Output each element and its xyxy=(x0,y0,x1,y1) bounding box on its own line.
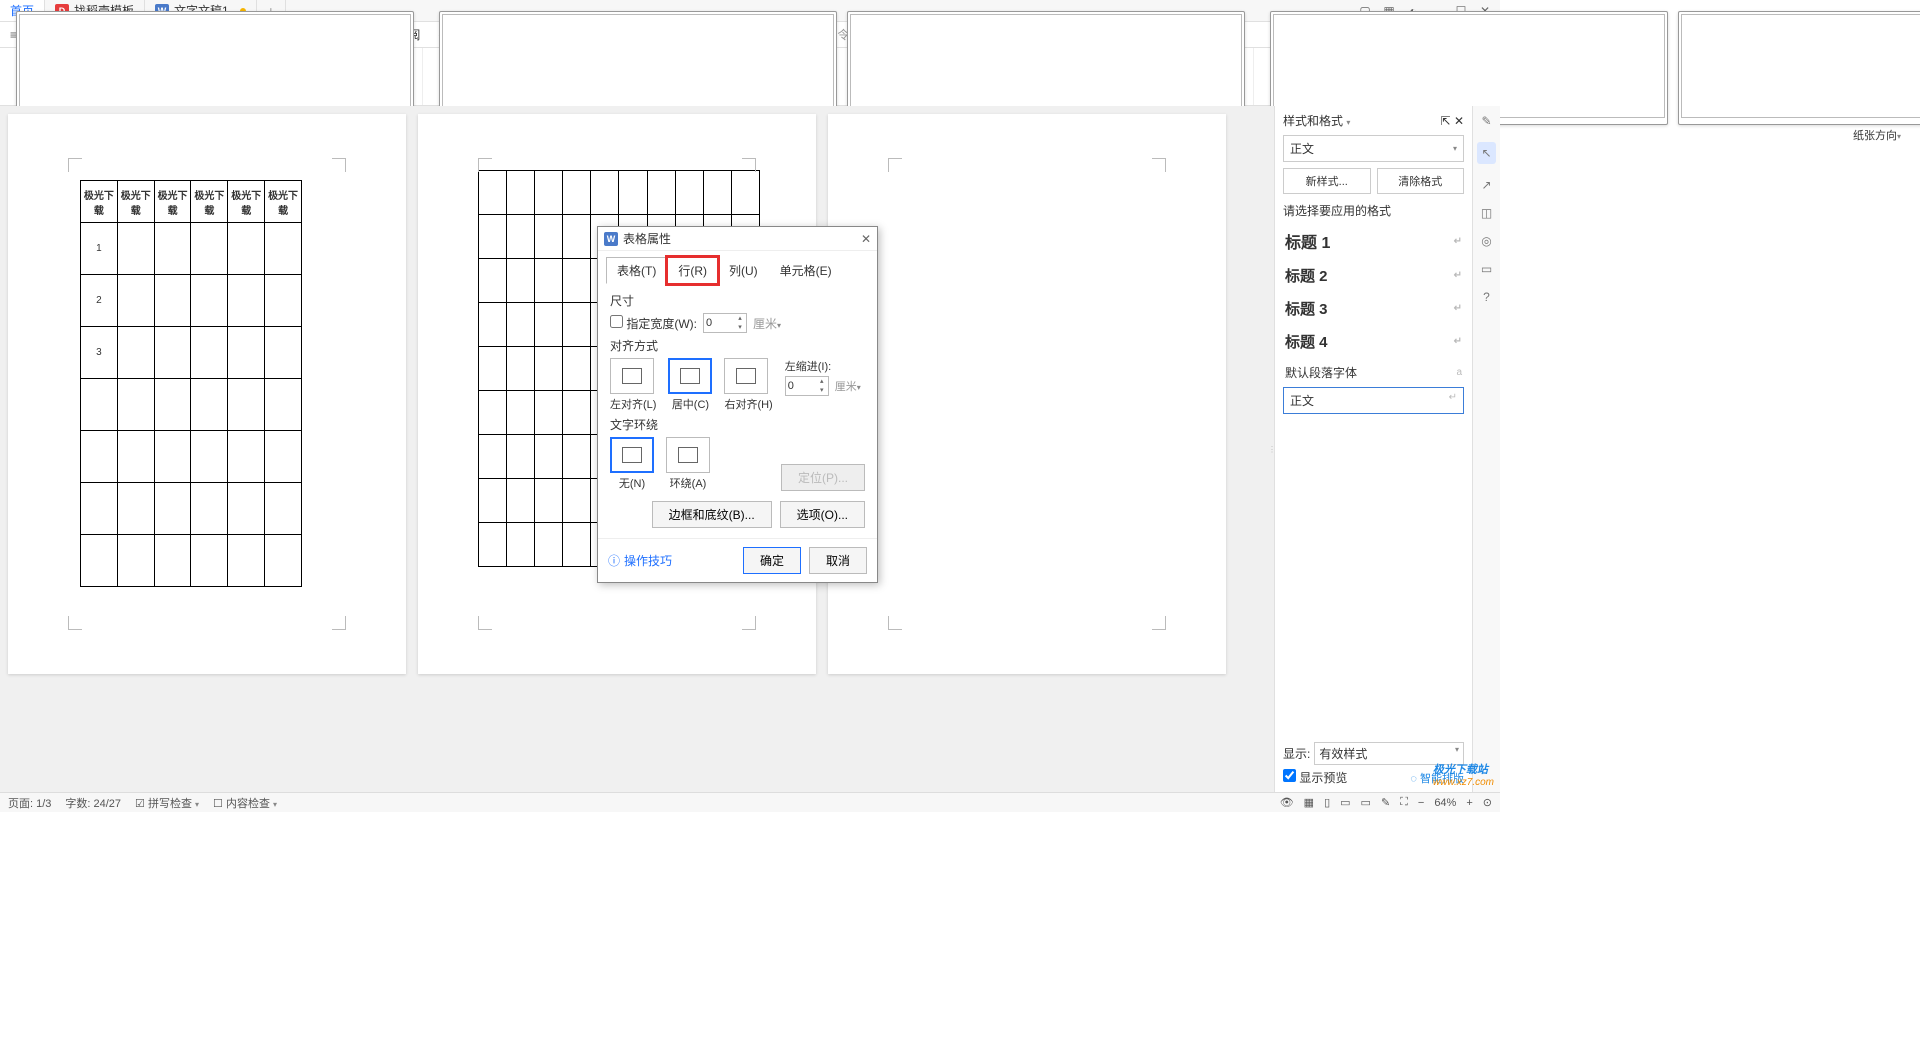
align-section-label: 对齐方式 xyxy=(610,337,865,354)
indent-unit: 厘米▾ xyxy=(835,378,861,394)
zoom-slider-icon[interactable]: ⊙ xyxy=(1483,796,1492,809)
tips-link[interactable]: ⓘ 操作技巧 xyxy=(608,547,672,574)
panel-title-label: 样式和格式 ▾ xyxy=(1283,112,1350,129)
align-left-option[interactable] xyxy=(610,358,654,394)
watermark: 极光下载站 www.xz7.com xyxy=(1433,761,1494,788)
style-body-selected[interactable]: 正文↵ xyxy=(1283,387,1464,414)
wrap-none-option[interactable] xyxy=(610,437,654,473)
cover-button[interactable]: 封面页▾ xyxy=(437,48,839,105)
style-list: 标题 1↵ 标题 2↵ 标题 3↵ 标题 4↵ 默认段落字体a xyxy=(1283,223,1464,387)
orientation-icon xyxy=(1678,11,1920,125)
view-web-icon[interactable]: ▭ xyxy=(1361,796,1371,809)
dialog-tabs: 表格(T) 行(R) 列(U) 单元格(E) xyxy=(598,251,877,284)
align-right-option[interactable] xyxy=(724,358,768,394)
page-3 xyxy=(828,114,1226,674)
borders-button[interactable]: 边框和底纹(B)... xyxy=(652,501,772,528)
wrap-section-label: 文字环绕 xyxy=(610,416,865,433)
rail-style-icon[interactable]: ✎ xyxy=(1481,114,1491,128)
cancel-button[interactable]: 取消 xyxy=(809,547,867,574)
new-style-button[interactable]: 新样式... xyxy=(1283,168,1371,194)
styles-panel: 样式和格式 ▾ ⇱ ✕ 正文▾ 新样式... 清除格式 请选择要应用的格式 标题… xyxy=(1274,106,1472,792)
spellcheck-toggle[interactable]: ☑ 拼写检查 ▾ xyxy=(135,795,199,811)
width-input[interactable]: 0▴▾ xyxy=(703,313,747,333)
view-single-icon[interactable]: ▯ xyxy=(1324,796,1330,809)
pin-icon[interactable]: ⇱ xyxy=(1441,114,1451,128)
close-panel-icon[interactable]: ✕ xyxy=(1454,114,1464,128)
indent-label: 左缩进(I): xyxy=(785,358,861,374)
orientation-button[interactable]: 纸张方向▾ xyxy=(1676,48,1920,105)
rail-location-icon[interactable]: ◎ xyxy=(1481,234,1491,248)
nav-button[interactable]: 章节导航 xyxy=(14,48,416,105)
zoom-out-button[interactable]: − xyxy=(1418,797,1424,809)
rail-help-icon[interactable]: ? xyxy=(1483,290,1490,304)
align-center-option[interactable] xyxy=(668,358,712,394)
style-heading4[interactable]: 标题 4↵ xyxy=(1283,325,1464,358)
rail-pointer-icon[interactable]: ↗ xyxy=(1481,178,1491,192)
zoom-value[interactable]: 64% xyxy=(1434,797,1456,809)
margins-button[interactable]: 页边距▾ xyxy=(1268,48,1670,105)
table-1[interactable]: 极光下载极光下载极光下载极光下载极光下载极光下载 1 2 3 xyxy=(80,180,302,587)
tab-row[interactable]: 行(R) xyxy=(667,257,718,284)
page-1: 极光下载极光下载极光下载极光下载极光下载极光下载 1 2 3 xyxy=(8,114,406,674)
ok-button[interactable]: 确定 xyxy=(743,547,801,574)
view-pen-icon[interactable]: ✎ xyxy=(1381,796,1390,809)
zoom-fit-icon[interactable]: ⛶ xyxy=(1400,796,1408,809)
tab-table[interactable]: 表格(T) xyxy=(606,257,667,284)
style-heading1[interactable]: 标题 1↵ xyxy=(1283,223,1464,259)
statusbar: 页面: 1/3 字数: 24/27 ☑ 拼写检查 ▾ ☐ 内容检查 ▾ 👁 ▦ … xyxy=(0,792,1500,812)
current-style-select[interactable]: 正文▾ xyxy=(1283,135,1464,162)
toc-button[interactable]: 目录页▾ xyxy=(845,48,1247,105)
spec-width-checkbox[interactable]: 指定宽度(W): xyxy=(610,315,697,332)
style-heading2[interactable]: 标题 2↵ xyxy=(1283,259,1464,292)
table-properties-dialog: W 表格属性 ✕ 表格(T) 行(R) 列(U) 单元格(E) 尺寸 指定宽度(… xyxy=(597,226,878,583)
apply-label: 请选择要应用的格式 xyxy=(1283,202,1464,219)
view-layout-icon[interactable]: ▦ xyxy=(1304,796,1314,809)
rail-read-icon[interactable]: ▭ xyxy=(1481,262,1492,276)
dialog-app-icon: W xyxy=(604,232,618,246)
page-indicator[interactable]: 页面: 1/3 xyxy=(8,795,51,811)
content-check-toggle[interactable]: ☐ 内容检查 ▾ xyxy=(213,795,277,811)
style-heading3[interactable]: 标题 3↵ xyxy=(1283,292,1464,325)
dialog-title: 表格属性 xyxy=(623,230,671,247)
style-default-para[interactable]: 默认段落字体a xyxy=(1283,358,1464,387)
clear-format-button[interactable]: 清除格式 xyxy=(1377,168,1465,194)
wrap-around-option[interactable] xyxy=(666,437,710,473)
right-rail: ✎ ↖ ↗ ◫ ◎ ▭ ? xyxy=(1472,106,1500,792)
tab-cell[interactable]: 单元格(E) xyxy=(769,257,843,284)
size-section-label: 尺寸 xyxy=(610,292,865,309)
view-eye-icon[interactable]: 👁 xyxy=(1280,796,1294,809)
word-count[interactable]: 字数: 24/27 xyxy=(65,795,121,811)
options-button[interactable]: 选项(O)... xyxy=(780,501,865,528)
position-button: 定位(P)... xyxy=(781,464,865,491)
view-read-icon[interactable]: ▭ xyxy=(1340,796,1350,809)
zoom-in-button[interactable]: + xyxy=(1466,797,1472,809)
ribbon: 章节导航 封面页▾ 目录页▾ 页边距▾ 纸张方向▾ 纸张大小▾ 新增节▾ ✖ 删… xyxy=(0,48,1500,106)
rail-shape-icon[interactable]: ◫ xyxy=(1481,206,1492,220)
rail-select-icon[interactable]: ↖ xyxy=(1477,142,1495,164)
dialog-close-button[interactable]: ✕ xyxy=(861,232,871,246)
tab-column[interactable]: 列(U) xyxy=(718,257,769,284)
show-label: 显示: xyxy=(1283,745,1310,762)
indent-input[interactable]: 0▴▾ xyxy=(785,376,829,396)
width-unit: 厘米▾ xyxy=(753,315,781,332)
preview-checkbox[interactable]: 显示预览 xyxy=(1283,769,1347,786)
